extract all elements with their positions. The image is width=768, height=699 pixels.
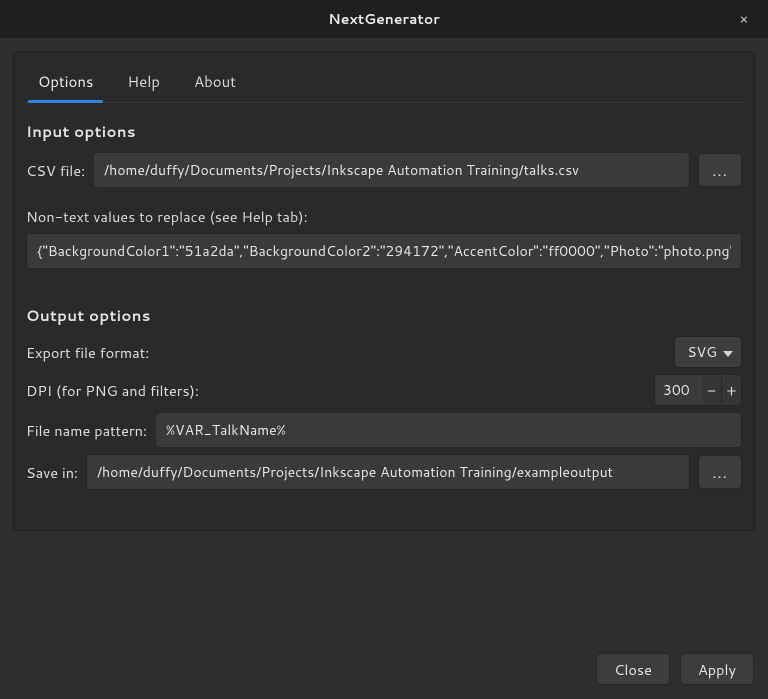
csv-browse-button[interactable]: ... [698,153,742,187]
dpi-stepper: 300 − + [654,374,742,406]
nontext-input[interactable] [26,233,742,269]
format-row: Export file format: SVG [26,336,742,368]
tab-help[interactable]: Help [123,65,164,102]
background-sliver [0,38,8,699]
export-format-dropdown[interactable]: SVG [674,336,742,368]
dialog-window: NextGenerator × Options Help About Input… [0,0,768,699]
save-in-browse-button[interactable]: ... [698,455,742,489]
tab-about[interactable]: About [190,65,240,102]
dpi-row: DPI (for PNG and filters): 300 − + [26,374,742,406]
format-label: Export file format: [26,342,149,363]
window-title: NextGenerator [328,9,439,29]
output-section-title: Output options [26,305,742,326]
export-format-value: SVG [687,342,717,362]
pattern-row: File name pattern: [26,412,742,448]
tab-bar: Options Help About [26,62,742,103]
csv-row: CSV file: ... [26,152,742,188]
close-icon[interactable]: × [732,7,756,31]
nontext-row [26,233,742,269]
dpi-decrement-button[interactable]: − [702,374,722,406]
apply-button[interactable]: Apply [680,653,754,685]
filename-pattern-input[interactable] [155,412,742,448]
nontext-label: Non-text values to replace (see Help tab… [26,206,742,227]
input-section-title: Input options [26,121,742,142]
csv-file-input[interactable] [93,152,690,188]
close-button[interactable]: Close [596,653,670,685]
content-pane: Options Help About Input options CSV fil… [13,51,755,531]
savein-label: Save in: [26,462,78,483]
savein-row: Save in: ... [26,454,742,490]
tab-options[interactable]: Options [34,65,97,102]
chevron-down-icon [723,342,733,362]
title-bar: NextGenerator × [0,0,768,38]
dpi-label: DPI (for PNG and filters): [26,380,199,401]
csv-label: CSV file: [26,160,85,181]
save-in-input[interactable] [86,454,690,490]
dialog-footer: Close Apply [0,641,768,699]
pattern-label: File name pattern: [26,420,147,441]
dpi-increment-button[interactable]: + [722,374,742,406]
dpi-value[interactable]: 300 [654,374,702,406]
